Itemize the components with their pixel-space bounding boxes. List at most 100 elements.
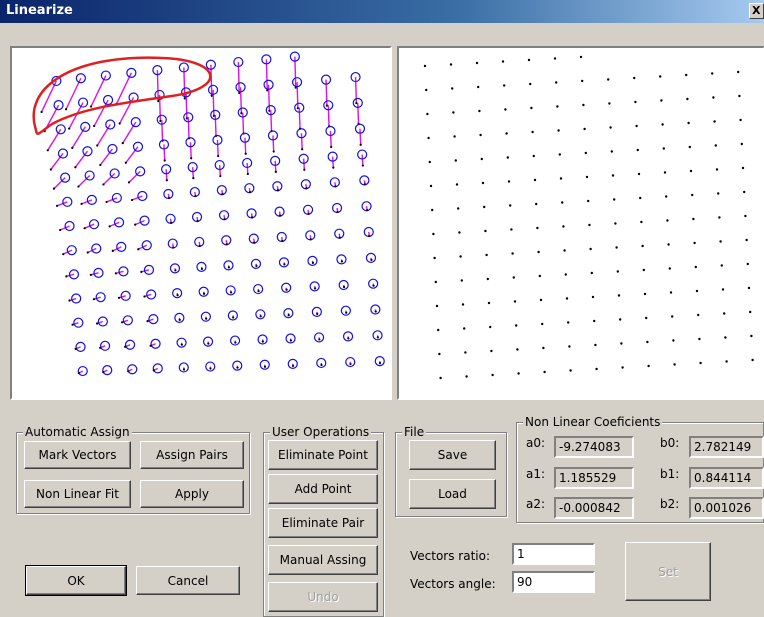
reference-dot [458, 231, 461, 234]
reference-dot [611, 174, 615, 177]
target-dot [124, 345, 127, 348]
target-dot [227, 266, 231, 269]
correction-vector [122, 121, 137, 144]
cancel-button[interactable]: Cancel [136, 566, 240, 595]
reference-dot [463, 327, 466, 330]
add-point-button[interactable]: Add Point [268, 474, 378, 504]
target-dot [89, 273, 92, 276]
reference-dot [685, 73, 688, 77]
correction-vector [359, 128, 362, 145]
target-dot [121, 142, 124, 145]
ok-button[interactable]: OK [25, 565, 127, 596]
target-dot [130, 198, 134, 202]
reference-dot [721, 288, 725, 291]
reference-dot [460, 279, 463, 282]
correction-vector [300, 133, 303, 150]
undo-button[interactable]: Undo [268, 582, 378, 612]
target-dot [289, 339, 292, 342]
target-dot [140, 270, 143, 273]
target-dot [137, 248, 140, 251]
reference-dot [539, 298, 543, 302]
reference-dot [694, 265, 697, 269]
load-button[interactable]: Load [409, 479, 496, 509]
reference-dot [620, 342, 623, 345]
correction-vector [50, 153, 64, 170]
mark-vectors-button[interactable]: Mark Vectors [24, 441, 131, 469]
correction-vector [298, 107, 301, 129]
manual-assing-button[interactable]: Manual Assing [268, 545, 378, 575]
non-linear-fit-button[interactable]: Non Linear Fit [24, 480, 131, 508]
reference-dot [741, 166, 745, 170]
apply-button[interactable]: Apply [140, 480, 244, 508]
save-button[interactable]: Save [409, 440, 496, 470]
reference-dot [513, 300, 517, 303]
assign-pairs-button[interactable]: Assign Pairs [140, 441, 244, 469]
reference-dot [556, 105, 559, 108]
target-dot [96, 144, 99, 147]
target-dot [118, 122, 121, 125]
reference-grid-view[interactable] [397, 46, 764, 400]
reference-dot [516, 348, 519, 351]
reference-dot [455, 183, 459, 186]
reference-dot [693, 241, 696, 245]
correction-vector [246, 162, 249, 174]
target-dot [372, 284, 375, 287]
reference-dot [484, 229, 487, 233]
a2-label: a2: [526, 497, 546, 511]
close-button[interactable]: X [749, 3, 764, 19]
reference-dot [529, 82, 532, 86]
target-dot [374, 310, 377, 313]
reference-dot [426, 112, 429, 116]
reference-dot [635, 124, 638, 128]
eliminate-point-button[interactable]: Eliminate Point [268, 440, 378, 470]
reference-dot [588, 223, 591, 227]
target-dot [89, 105, 93, 108]
reference-dot [593, 319, 596, 323]
target-dot [114, 272, 117, 275]
correction-vector [165, 169, 168, 181]
reference-dot [561, 201, 564, 204]
b2-label: b2: [660, 497, 680, 511]
reference-dot [723, 312, 726, 315]
reference-dot [478, 109, 481, 113]
target-dot [83, 227, 86, 230]
target-dot [255, 264, 258, 267]
vectors-ratio-input[interactable]: 1 [512, 543, 595, 565]
reference-dot [434, 280, 437, 284]
target-dot [223, 218, 226, 221]
reference-dot [542, 346, 545, 350]
reference-dot [617, 294, 621, 297]
set-button[interactable]: Set [625, 542, 711, 601]
target-dot [210, 94, 213, 97]
reference-dot [515, 324, 518, 327]
grid-circle [126, 67, 137, 78]
reference-dot [559, 177, 563, 180]
reference-dot [553, 57, 557, 60]
distorted-grid-view[interactable] [10, 46, 392, 400]
reference-dot [660, 99, 663, 102]
target-dot [276, 189, 280, 192]
correction-vector [218, 165, 222, 177]
reference-dot [688, 145, 691, 149]
target-dot [95, 322, 99, 325]
target-dot [259, 315, 262, 318]
reference-dot [504, 108, 507, 111]
correction-vector [191, 167, 195, 179]
reference-dot [509, 204, 512, 207]
target-dot [342, 285, 346, 289]
b0-label: b0: [660, 436, 680, 450]
target-dot [198, 244, 201, 248]
reference-dot [591, 295, 595, 299]
target-dot [77, 371, 80, 375]
reference-dot [595, 367, 598, 371]
target-dot [305, 187, 308, 190]
target-dot [301, 148, 304, 151]
eliminate-pair-button[interactable]: Eliminate Pair [268, 508, 378, 538]
target-dot [349, 362, 352, 366]
vectors-angle-input[interactable]: 90 [512, 571, 595, 593]
reference-dot [613, 198, 616, 201]
correction-vector [244, 137, 247, 154]
reference-dot [459, 255, 462, 258]
reference-dot [695, 289, 699, 293]
title-bar: Linearize X [0, 0, 764, 23]
